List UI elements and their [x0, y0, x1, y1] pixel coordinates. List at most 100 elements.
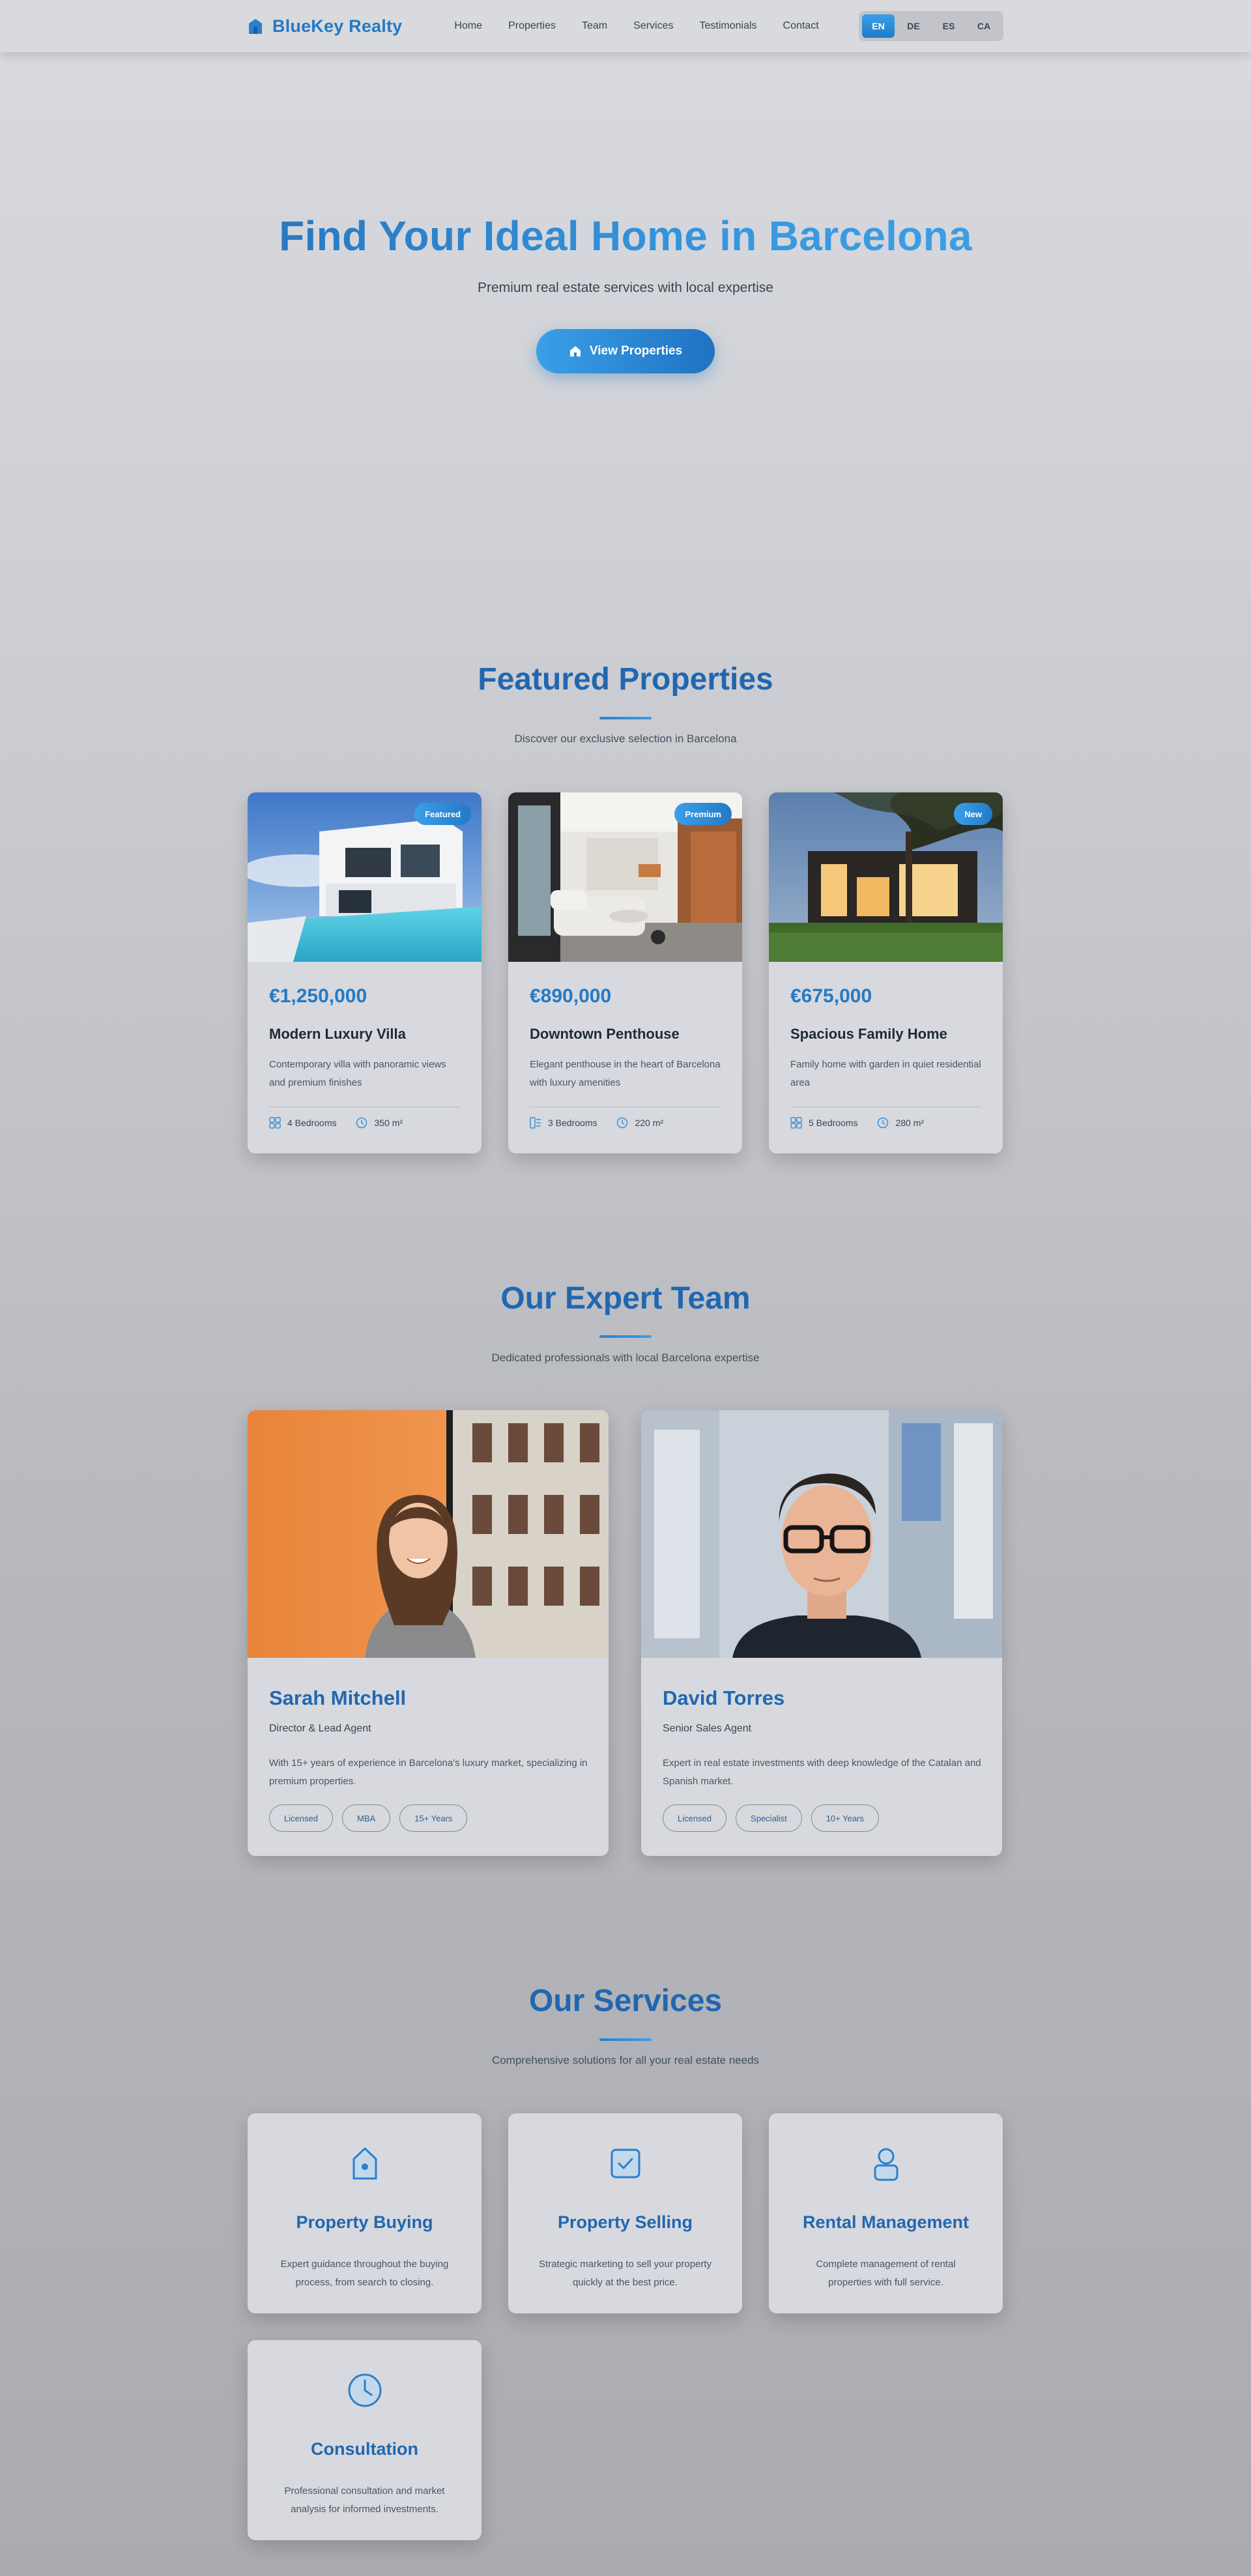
team-member-bio: With 15+ years of experience in Barcelon… — [269, 1758, 588, 1787]
property-description: Contemporary villa with panoramic views … — [269, 1059, 446, 1088]
property-title: Spacious Family Home — [790, 1026, 947, 1042]
services-section-title: Our Services — [528, 1984, 723, 2018]
property-area: 220 m² — [616, 1117, 663, 1129]
property-bedrooms: 3 Bedrooms — [530, 1117, 597, 1129]
service-card[interactable]: Property Buying Expert guidance througho… — [248, 2113, 482, 2313]
building-icon — [249, 19, 262, 34]
team-title-underline — [599, 1335, 652, 1338]
property-meta: 5 Bedrooms 280 m² — [790, 1117, 924, 1129]
service-title: Property Buying — [296, 2212, 433, 2232]
area-label: 350 m² — [374, 1118, 403, 1128]
house-icon — [352, 2147, 377, 2180]
service-description: Expert guidance throughout the buying pr… — [280, 2259, 449, 2288]
team-member-photo — [641, 1410, 1002, 1658]
property-card[interactable]: New €675,000 Spacious Family Home Family… — [769, 792, 1003, 1153]
team-tag: Specialist — [736, 1804, 802, 1832]
view-properties-label: View Properties — [589, 344, 683, 358]
navbar: BlueKey Realty Home Properties Team Serv… — [0, 0, 1251, 52]
team-section-subtitle: Dedicated professionals with local Barce… — [491, 1352, 760, 1364]
property-image: Featured — [248, 792, 482, 962]
lang-button-ca[interactable]: CA — [968, 14, 1000, 38]
property-card[interactable]: Premium €890,000 Downtown Penthouse Eleg… — [508, 792, 742, 1153]
property-area: 350 m² — [356, 1117, 403, 1129]
nav-link-team[interactable]: Team — [582, 20, 607, 32]
team-tag: Licensed — [663, 1804, 727, 1832]
property-meta: 4 Bedrooms 350 m² — [269, 1117, 403, 1129]
team-member-name: David Torres — [663, 1686, 785, 1709]
lang-button-es[interactable]: ES — [932, 14, 965, 38]
bed-icon — [269, 1117, 281, 1129]
clock-icon — [878, 1117, 889, 1129]
property-image: Premium — [508, 792, 742, 962]
bedrooms-label: 4 Bedrooms — [287, 1118, 337, 1128]
property-bedrooms: 4 Bedrooms — [269, 1117, 336, 1129]
bed-icon — [790, 1117, 802, 1129]
service-description: Strategic marketing to sell your propert… — [538, 2259, 712, 2288]
checkbox-icon — [611, 2149, 640, 2178]
nav-link-contact[interactable]: Contact — [783, 20, 819, 32]
team-tag: Licensed — [269, 1804, 334, 1832]
services-section-subtitle: Comprehensive solutions for all your rea… — [491, 2054, 760, 2066]
property-area: 280 m² — [877, 1117, 924, 1129]
navbar-inner: BlueKey Realty Home Properties Team Serv… — [248, 0, 1003, 52]
service-title: Consultation — [311, 2439, 418, 2459]
service-description: Complete management of rental properties… — [816, 2259, 956, 2288]
properties-section-title: Featured Properties — [478, 662, 773, 697]
properties-section-subtitle: Discover our exclusive selection in Barc… — [514, 732, 737, 745]
hero-section: Find Your Ideal Home in Barcelona Premiu… — [0, 52, 1251, 613]
team-member-bio: Expert in real estate investments with d… — [663, 1758, 981, 1787]
property-card[interactable]: Featured €1,250,000 Modern Luxury Villa … — [248, 792, 482, 1153]
lang-button-de[interactable]: DE — [897, 14, 930, 38]
services-title-underline — [599, 2038, 652, 2041]
hero-title: Find Your Ideal Home in Barcelona — [0, 212, 1251, 260]
team-member-photo — [248, 1410, 609, 1658]
bedrooms-label: 5 Bedrooms — [809, 1118, 858, 1128]
clock-icon — [356, 1117, 367, 1129]
property-meta: 3 Bedrooms 220 m² — [530, 1117, 663, 1129]
lang-button-en[interactable]: EN — [862, 14, 895, 38]
property-badge: New — [954, 803, 992, 825]
team-member-tags: Licensed MBA 15+ Years — [269, 1804, 468, 1832]
language-switcher: EN DE ES CA — [859, 11, 1003, 41]
team-member-card[interactable]: Sarah Mitchell Director & Lead Agent Wit… — [248, 1410, 609, 1856]
nav-link-properties[interactable]: Properties — [508, 20, 556, 32]
team-tag: MBA — [342, 1804, 391, 1832]
team-section-title: Our Expert Team — [500, 1281, 751, 1316]
team-tag: 15+ Years — [399, 1804, 468, 1832]
brand-logo[interactable]: BlueKey Realty — [248, 16, 402, 36]
property-price: €1,250,000 — [269, 985, 367, 1007]
service-card[interactable]: Consultation Professional consultation a… — [248, 2340, 482, 2540]
area-label: 280 m² — [895, 1118, 925, 1128]
nav-link-testimonials[interactable]: Testimonials — [699, 20, 756, 32]
property-title: Downtown Penthouse — [530, 1026, 680, 1042]
property-description: Family home with garden in quiet residen… — [790, 1059, 981, 1088]
view-properties-button[interactable]: View Properties — [536, 329, 715, 373]
area-label: 220 m² — [635, 1118, 664, 1128]
properties-title-underline — [599, 717, 652, 719]
property-price: €890,000 — [530, 985, 612, 1007]
property-bedrooms: 5 Bedrooms — [790, 1117, 857, 1129]
person-icon — [874, 2148, 899, 2181]
service-title: Property Selling — [557, 2212, 693, 2232]
team-tag: 10+ Years — [811, 1804, 879, 1832]
service-card[interactable]: Property Selling Strategic marketing to … — [508, 2113, 742, 2313]
bedrooms-label: 3 Bedrooms — [548, 1118, 597, 1128]
property-badge: Premium — [674, 803, 732, 825]
bed-icon — [530, 1117, 541, 1129]
brand-name: BlueKey Realty — [272, 16, 403, 36]
property-image: New — [769, 792, 1003, 962]
nav-links: Home Properties Team Services Testimonia… — [454, 20, 818, 32]
clock-icon — [348, 2373, 382, 2407]
team-member-name: Sarah Mitchell — [269, 1686, 407, 1709]
service-title: Rental Management — [802, 2212, 970, 2232]
service-description: Professional consultation and market ana… — [284, 2485, 445, 2515]
nav-link-services[interactable]: Services — [633, 20, 673, 32]
team-member-role: Senior Sales Agent — [663, 1723, 752, 1734]
nav-link-home[interactable]: Home — [454, 20, 482, 32]
team-member-tags: Licensed Specialist 10+ Years — [663, 1804, 879, 1832]
property-title: Modern Luxury Villa — [269, 1026, 406, 1042]
property-price: €675,000 — [790, 985, 872, 1007]
team-member-role: Director & Lead Agent — [269, 1723, 371, 1734]
team-member-card[interactable]: David Torres Senior Sales Agent Expert i… — [641, 1410, 1002, 1856]
service-card[interactable]: Rental Management Complete management of… — [769, 2113, 1003, 2313]
